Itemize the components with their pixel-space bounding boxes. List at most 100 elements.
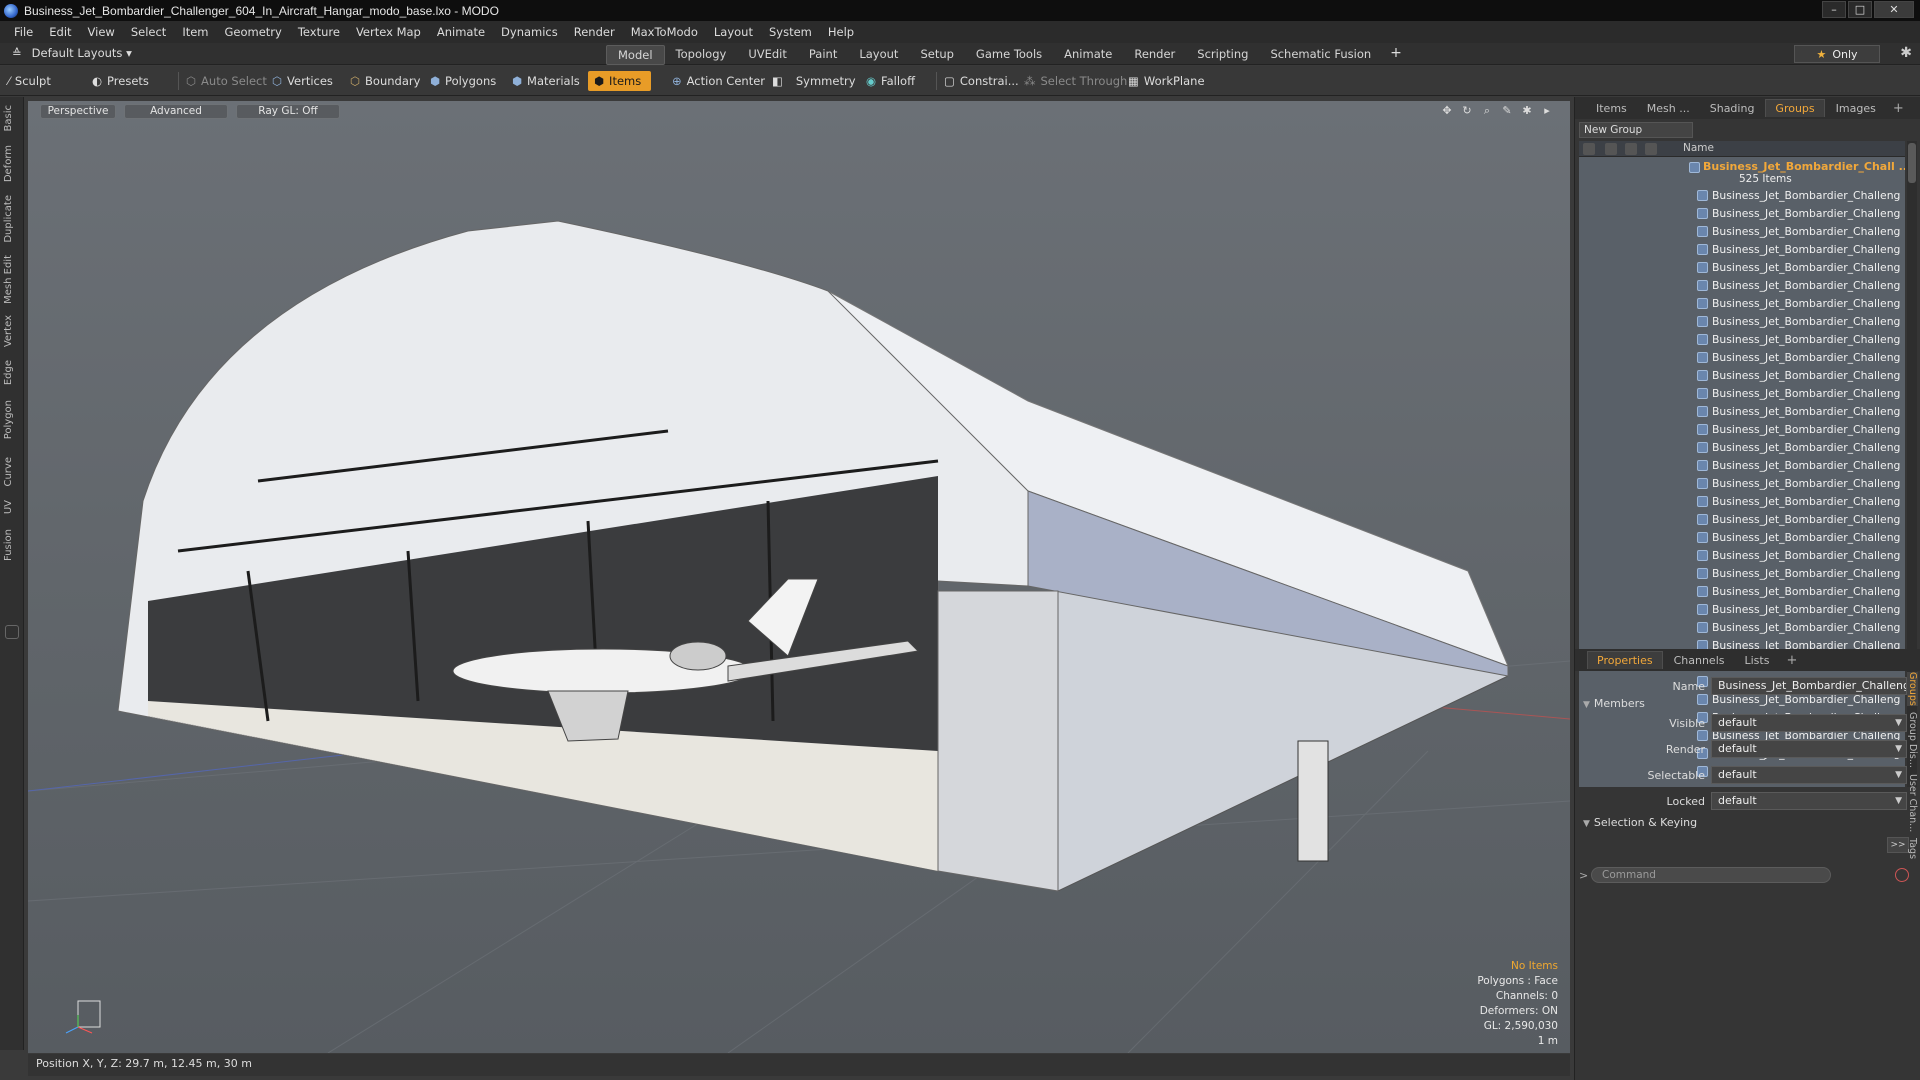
vtab-basic[interactable]: Basic [3,105,14,131]
list-item[interactable]: Business_Jet_Bombardier_Challeng ... [1579,385,1905,403]
tab-layout[interactable]: Layout [848,45,909,65]
select-icon[interactable] [1645,143,1657,155]
list-item[interactable]: Business_Jet_Bombardier_Challeng ... [1579,565,1905,583]
gear-icon[interactable]: ✱ [1900,45,1912,61]
menu-render[interactable]: Render [566,25,623,39]
list-item[interactable]: Business_Jet_Bombardier_Challeng ... [1579,259,1905,277]
expand-arrow-icon[interactable]: ▸ [1540,104,1554,118]
list-item[interactable]: Business_Jet_Bombardier_Challeng ... [1579,475,1905,493]
settings-icon[interactable]: ✱ [1520,104,1534,118]
menu-animate[interactable]: Animate [429,25,493,39]
tab-animate[interactable]: Animate [1053,45,1123,65]
polygons-button[interactable]: ⬢ Polygons [430,71,496,91]
vtab-uv[interactable]: UV [3,500,14,514]
tab-paint[interactable]: Paint [798,45,848,65]
only-toggle[interactable]: ★ Only [1794,45,1880,63]
visible-dropdown[interactable]: default ▼ [1711,714,1907,732]
members-section[interactable]: ▼ Members [1583,697,1645,710]
group-row[interactable]: Business_Jet_Bombardier_Chall ... 525 It… [1579,157,1905,187]
menu-dynamics[interactable]: Dynamics [493,25,566,39]
vertices-button[interactable]: ⬡ Vertices [272,71,333,91]
tab-model[interactable]: Model [606,45,665,65]
strip-toggle-icon[interactable] [5,625,19,639]
vtab-polygon[interactable]: Polygon [3,400,14,439]
vtab-tags[interactable]: Tags [1907,838,1918,859]
render-dropdown[interactable]: default ▼ [1711,740,1907,758]
pin-icon[interactable]: ✎ [1500,104,1514,118]
list-item[interactable]: Business_Jet_Bombardier_Challeng ... [1579,349,1905,367]
items-button[interactable]: ⬢ Items [588,71,652,91]
list-item[interactable]: Business_Jet_Bombardier_Challeng ... [1579,547,1905,565]
list-item[interactable]: Business_Jet_Bombardier_Challeng ... [1579,583,1905,601]
move-view-icon[interactable]: ✥ [1440,104,1454,118]
eye-icon[interactable] [1583,143,1595,155]
view-type-dropdown[interactable]: Perspective [40,104,116,119]
menu-geometry[interactable]: Geometry [217,25,290,39]
list-item[interactable]: Business_Jet_Bombardier_Challeng ... [1579,295,1905,313]
tab-schematic-fusion[interactable]: Schematic Fusion [1259,45,1382,65]
add-props-tab-icon[interactable]: + [1780,653,1803,668]
expand-button[interactable]: >> [1887,837,1909,853]
zoom-icon[interactable]: ⌕ [1480,104,1494,118]
vtab-group-display[interactable]: Group Dis... [1907,712,1918,768]
tab-topology[interactable]: Topology [665,45,738,65]
tab-items[interactable]: Items [1587,100,1636,117]
name-column-header[interactable]: Name [1683,142,1714,154]
list-item[interactable]: Business_Jet_Bombardier_Challeng ... [1579,313,1905,331]
tab-uvedit[interactable]: UVEdit [737,45,798,65]
tab-shading[interactable]: Shading [1701,100,1764,117]
list-item[interactable]: Business_Jet_Bombardier_Challeng ... [1579,439,1905,457]
list-item[interactable]: Business_Jet_Bombardier_Challeng ... [1579,421,1905,439]
menu-texture[interactable]: Texture [290,25,348,39]
add-tab-icon[interactable]: + [1382,45,1410,65]
list-item[interactable]: Business_Jet_Bombardier_Challeng ... [1579,187,1905,205]
tab-game-tools[interactable]: Game Tools [965,45,1053,65]
add-panel-tab-icon[interactable]: + [1887,101,1910,116]
list-item[interactable]: Business_Jet_Bombardier_Challeng ... [1579,331,1905,349]
menu-edit[interactable]: Edit [41,25,79,39]
scrollbar-thumb[interactable] [1908,143,1916,183]
menu-item[interactable]: Item [174,25,216,39]
list-item[interactable]: Business_Jet_Bombardier_Challeng ... [1579,223,1905,241]
vtab-duplicate[interactable]: Duplicate [3,195,14,243]
name-field[interactable]: Business_Jet_Bombardier_Challenger_ [1711,677,1907,695]
falloff-button[interactable]: ◉ Falloff [866,71,915,91]
auto-select-button[interactable]: ⬡ Auto Select [186,71,267,91]
close-button[interactable]: ✕ [1874,1,1914,18]
list-item[interactable]: Business_Jet_Bombardier_Challeng ... [1579,601,1905,619]
workplane-button[interactable]: ▦ WorkPlane [1128,71,1205,91]
menu-system[interactable]: System [761,25,820,39]
lock-icon[interactable] [1625,143,1637,155]
3d-viewport[interactable]: Perspective Advanced Ray GL: Off ✥ ↻ ⌕ ✎… [28,101,1570,1053]
list-item[interactable]: Business_Jet_Bombardier_Challeng ... [1579,511,1905,529]
selectable-dropdown[interactable]: default ▼ [1711,766,1907,784]
tab-render[interactable]: Render [1123,45,1186,65]
record-icon[interactable] [1895,868,1909,882]
tab-images[interactable]: Images [1827,100,1885,117]
tab-channels[interactable]: Channels [1665,652,1734,669]
materials-button[interactable]: ⬢ Materials [512,71,580,91]
list-item[interactable]: Business_Jet_Bombardier_Challeng ... [1579,367,1905,385]
menu-maxtomodo[interactable]: MaxToModo [623,25,706,39]
layouts-dropdown[interactable]: ≙ Default Layouts ▾ [12,46,132,60]
list-item[interactable]: Business_Jet_Bombardier_Challeng ... [1579,493,1905,511]
tab-lists[interactable]: Lists [1736,652,1779,669]
list-item[interactable]: Business_Jet_Bombardier_Challeng ... [1579,277,1905,295]
sculpt-button[interactable]: ⁄ Sculpt [8,71,51,91]
tab-mesh[interactable]: Mesh ... [1638,100,1699,117]
vtab-curve[interactable]: Curve [3,457,14,487]
list-item[interactable]: Business_Jet_Bombardier_Challeng ... [1579,403,1905,421]
presets-button[interactable]: ◐ Presets [92,71,149,91]
vtab-fusion[interactable]: Fusion [3,529,14,561]
tab-properties[interactable]: Properties [1587,651,1663,669]
vtab-groups[interactable]: Groups [1907,672,1918,706]
menu-view[interactable]: View [80,25,123,39]
rotate-view-icon[interactable]: ↻ [1460,104,1474,118]
action-center-button[interactable]: ⊕ Action Center [672,71,765,91]
vtab-user-channels[interactable]: User Chan... [1907,774,1918,832]
maximize-button[interactable]: □ [1848,1,1872,18]
raygl-toggle[interactable]: Ray GL: Off [236,104,340,119]
vtab-deform[interactable]: Deform [3,145,14,182]
menu-help[interactable]: Help [820,25,862,39]
shading-style-dropdown[interactable]: Advanced [124,104,228,119]
